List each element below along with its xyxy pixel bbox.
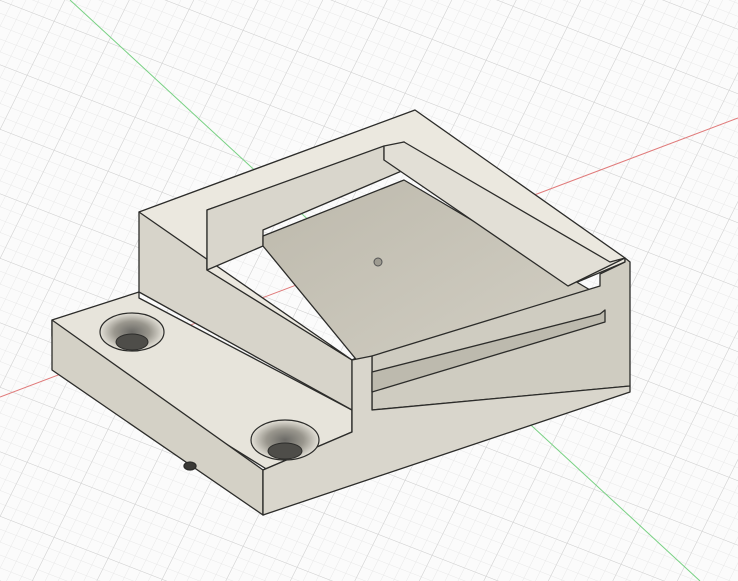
- origin-marker[interactable]: [373, 257, 383, 267]
- 3d-viewport[interactable]: [0, 0, 738, 581]
- mounting-hole-1[interactable]: [99, 312, 165, 352]
- bottom-foot: [183, 461, 197, 471]
- scene-canvas[interactable]: [0, 0, 738, 581]
- mounting-hole-2[interactable]: [250, 419, 320, 461]
